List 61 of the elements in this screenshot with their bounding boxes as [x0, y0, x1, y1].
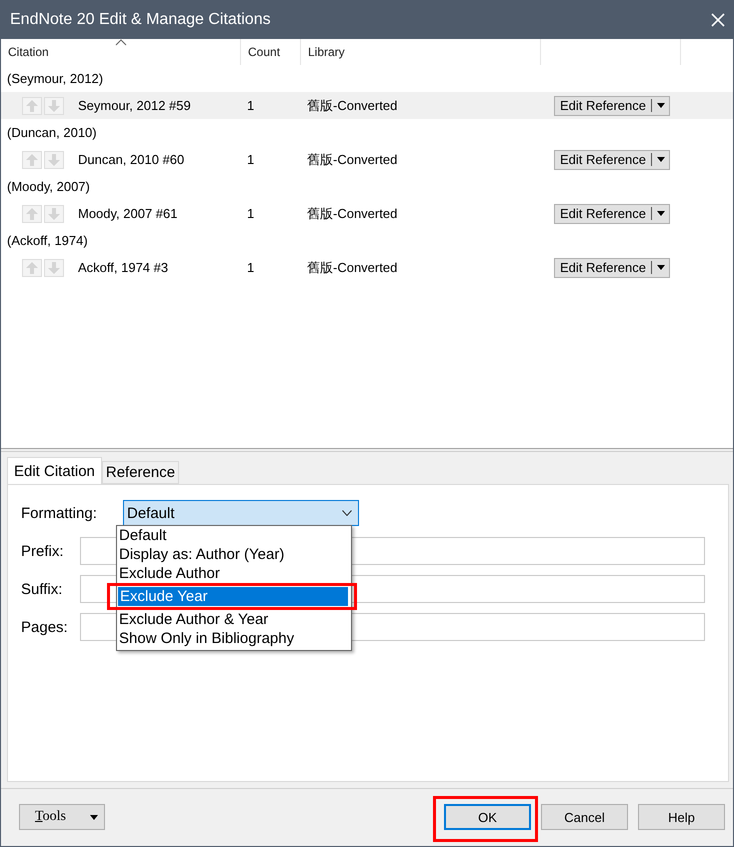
move-up-icon[interactable]	[22, 96, 42, 114]
close-icon[interactable]	[711, 13, 725, 27]
move-down-icon[interactable]	[44, 204, 64, 222]
caret-icon	[657, 103, 665, 108]
reference-row[interactable]: Ackoff, 1974 #3 1 舊版-Converted Edit Reference	[1, 254, 733, 281]
dropdown-option[interactable]: Show Only in Bibliography	[117, 629, 351, 648]
sort-icon	[115, 39, 127, 46]
reference-row[interactable]: Duncan, 2010 #60 1 舊版-Converted Edit Reference	[1, 146, 733, 173]
dialog-button[interactable]: Help	[638, 804, 725, 830]
field-label: Suffix:	[21, 580, 64, 598]
move-up-icon[interactable]	[22, 258, 42, 276]
window-title: EndNote 20 Edit & Manage Citations	[10, 11, 271, 29]
field-label: Formatting:	[21, 504, 98, 522]
tab[interactable]: Edit Citation	[7, 457, 102, 484]
table-cell: Duncan, 2010 #60	[78, 152, 184, 167]
move-up-icon[interactable]	[22, 150, 42, 168]
table-cell: Moody, 2007 #61	[78, 206, 178, 221]
field-label: Prefix:	[21, 542, 65, 560]
reference-row[interactable]: Seymour, 2012 #59 1 舊版-Converted Edit Reference	[1, 92, 733, 119]
dialog-button[interactable]: Cancel	[541, 804, 628, 830]
table-cell-text: 1	[246, 152, 256, 167]
move-down-icon[interactable]	[44, 258, 64, 276]
table-cell-text: 舊版-Converted	[306, 204, 398, 222]
dropdown-option[interactable]: Display as: Author (Year)	[117, 545, 351, 564]
edit-reference-button[interactable]: Edit Reference	[554, 150, 670, 170]
caret-icon	[657, 157, 665, 162]
table-cell-text: 1	[246, 260, 256, 275]
tools-button[interactable]: Tools	[19, 804, 105, 830]
edit-reference-button[interactable]: Edit Reference	[554, 258, 670, 278]
caret-icon	[657, 265, 665, 270]
caret-icon	[657, 211, 665, 216]
field-label: Pages:	[21, 618, 69, 636]
table-cell-text: 1	[246, 98, 256, 113]
formatting-dropdown[interactable]: Default	[123, 500, 359, 526]
citation-group[interactable]: (Duncan, 2010)	[1, 119, 733, 146]
column-header[interactable]: Count	[241, 39, 301, 65]
table-cell-text: 舊版-Converted	[306, 96, 398, 114]
tab[interactable]: Reference	[102, 461, 180, 484]
column-header[interactable]: Library	[301, 39, 541, 65]
table-cell: Seymour, 2012 #59	[78, 98, 191, 113]
dropdown-option[interactable]: Exclude Author & Year	[117, 610, 351, 629]
table-cell-text: 舊版-Converted	[306, 258, 398, 276]
edit-reference-button[interactable]: Edit Reference	[554, 204, 670, 224]
citation-group[interactable]: (Seymour, 2012)	[1, 65, 733, 92]
move-up-icon[interactable]	[22, 204, 42, 222]
dropdown-option[interactable]: Exclude Year	[118, 587, 348, 606]
move-down-icon[interactable]	[44, 96, 64, 114]
citation-group[interactable]: (Moody, 2007)	[1, 173, 733, 200]
chevron-down-icon	[342, 510, 352, 516]
table-cell-text: 1	[246, 206, 256, 221]
move-down-icon[interactable]	[44, 150, 64, 168]
caret-icon	[90, 814, 98, 820]
column-header[interactable]: Citation	[1, 39, 241, 65]
dropdown-option[interactable]: Exclude Author	[117, 564, 351, 583]
edit-reference-button[interactable]: Edit Reference	[554, 96, 670, 116]
dropdown-option[interactable]: Default	[117, 526, 351, 545]
dialog-button[interactable]: OK	[444, 804, 531, 830]
table-cell-text: 舊版-Converted	[306, 150, 398, 168]
reference-row[interactable]: Moody, 2007 #61 1 舊版-Converted Edit Reference	[1, 200, 733, 227]
table-cell: Ackoff, 1974 #3	[78, 260, 168, 275]
citation-group[interactable]: (Ackoff, 1974)	[1, 227, 733, 254]
